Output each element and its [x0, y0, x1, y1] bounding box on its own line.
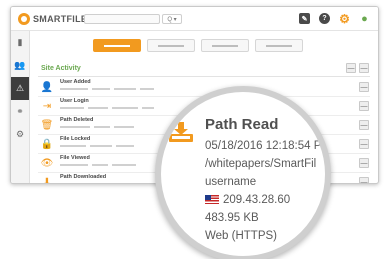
minimize-button[interactable]: — — [359, 63, 369, 73]
user-add-icon: 👤 — [40, 81, 54, 93]
activity-meta — [60, 183, 126, 184]
detail-timestamp: 05/18/2016 12:18:54 P — [205, 140, 322, 152]
detail-magnifier: Path Read 05/18/2016 12:18:54 P /whitepa… — [155, 86, 331, 259]
activity-label: File Viewed — [60, 155, 90, 161]
tab-2[interactable] — [147, 39, 195, 52]
activity-label: File Locked — [60, 136, 91, 142]
warning-icon: ⚠ — [15, 83, 25, 93]
eye-icon: 👁 — [40, 157, 54, 169]
top-icons: ✎ ? ⚙ ● — [299, 12, 370, 26]
activity-meta — [60, 145, 134, 147]
detail-protocol: Web (HTTPS) — [205, 230, 277, 242]
activity-meta — [60, 126, 134, 128]
settings-icon: ⚙ — [15, 129, 25, 139]
tab-label-placeholder — [158, 44, 184, 47]
sidebar-item-files[interactable]: ▮ — [11, 31, 29, 54]
detail-user: username — [205, 176, 257, 188]
activity-meta — [60, 88, 154, 90]
collapse-button[interactable]: — — [346, 63, 356, 73]
activity-meta — [60, 164, 136, 166]
activity-meta — [60, 107, 154, 109]
sidebar-item-settings[interactable]: ⚙ — [11, 123, 29, 146]
trash-icon: 🗑 — [40, 119, 54, 131]
row-action-button[interactable]: — — [359, 82, 369, 92]
section-title: Site Activity — [41, 65, 81, 72]
row-action-button[interactable]: — — [359, 158, 369, 168]
sidebar-item-users[interactable]: 👥 — [11, 54, 29, 77]
smartfile-logo-icon — [18, 13, 30, 25]
row-action-button[interactable]: — — [359, 101, 369, 111]
row-action-button[interactable]: — — [359, 120, 369, 130]
sidebar-item-activity[interactable]: ⚠ — [11, 77, 29, 100]
user-icon[interactable]: ● — [359, 13, 370, 25]
sidebar-item-links[interactable]: ⚭ — [11, 100, 29, 123]
tab-label-placeholder — [266, 44, 292, 47]
link-icon: ⚭ — [16, 106, 24, 116]
divider — [38, 76, 370, 77]
download-icon: ⬇ — [42, 176, 52, 184]
path-read-download-icon — [169, 122, 193, 142]
login-icon: ⇥ — [42, 100, 52, 112]
lock-icon: 🔒 — [40, 138, 54, 150]
tab-bar — [93, 39, 303, 52]
detail-title: Path Read — [205, 116, 279, 133]
row-action-button[interactable]: — — [359, 177, 369, 183]
settings-gear-icon[interactable]: ⚙ — [339, 12, 350, 26]
activity-label: User Login — [60, 98, 89, 104]
tab-1[interactable] — [93, 39, 141, 52]
detail-ip: 209.43.28.60 — [223, 194, 291, 206]
file-icon: ▮ — [17, 37, 23, 47]
detail-ip-row: 209.43.28.60 — [205, 194, 290, 206]
activity-label: Path Deleted — [60, 117, 94, 123]
tab-3[interactable] — [201, 39, 249, 52]
top-bar: SMARTFILE Q ▾ ✎ ? ⚙ ● — [11, 7, 378, 31]
search-button[interactable]: Q ▾ — [162, 14, 182, 24]
detail-size: 483.95 KB — [205, 212, 259, 224]
activity-label: User Added — [60, 79, 91, 85]
logo[interactable]: SMARTFILE — [18, 13, 87, 25]
search-input[interactable] — [84, 14, 160, 24]
help-icon[interactable]: ? — [319, 13, 330, 24]
tab-4[interactable] — [255, 39, 303, 52]
logo-text: SMARTFILE — [33, 14, 88, 24]
us-flag-icon — [205, 195, 219, 205]
users-icon: 👥 — [14, 60, 26, 70]
tab-label-placeholder — [212, 44, 238, 47]
row-action-button[interactable]: — — [359, 139, 369, 149]
edit-icon[interactable]: ✎ — [299, 13, 310, 24]
detail-path: /whitepapers/SmartFil — [205, 158, 317, 170]
section-header-buttons: — — — [346, 63, 369, 73]
activity-label: Path Downloaded — [60, 174, 107, 180]
tab-label-placeholder — [104, 44, 130, 47]
sidebar: ▮ 👥 ⚠ ⚭ ⚙ — [11, 31, 30, 183]
